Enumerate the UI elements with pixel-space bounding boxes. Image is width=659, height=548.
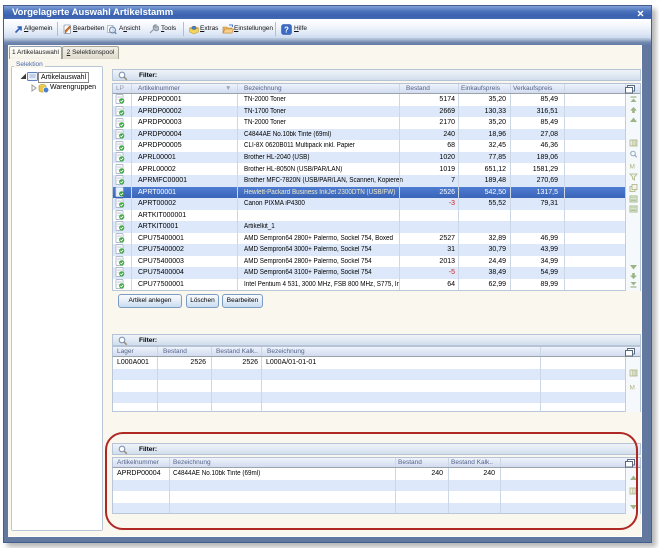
- svg-text:M: M: [630, 164, 635, 171]
- svg-text:?: ?: [284, 25, 289, 34]
- svg-text:M: M: [630, 385, 635, 392]
